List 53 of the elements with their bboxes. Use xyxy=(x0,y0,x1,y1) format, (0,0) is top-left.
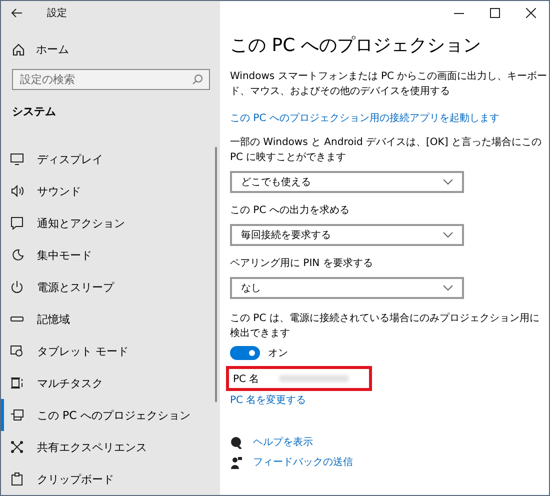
help-link[interactable]: ヘルプを表示 xyxy=(253,435,313,449)
scrollbar[interactable] xyxy=(215,147,217,402)
nav-icon xyxy=(10,440,24,454)
blurred-pc-name xyxy=(279,375,350,382)
dropdown[interactable]: 毎回接続を要求する xyxy=(230,224,464,246)
sidebar-item[interactable]: 記憶域 xyxy=(1,303,220,335)
nav-icon xyxy=(10,344,24,358)
dropdown[interactable]: なし xyxy=(230,277,464,299)
setting-label: ペアリング用に PIN を要求する xyxy=(230,256,374,271)
sidebar-item[interactable]: 集中モード xyxy=(1,239,220,271)
sidebar-item[interactable]: クリップボード xyxy=(1,463,220,495)
feedback-link[interactable]: フィードバックの送信 xyxy=(253,455,353,469)
sidebar-item[interactable]: サウンド xyxy=(1,175,220,207)
home-icon xyxy=(12,42,25,56)
chevron-down-icon xyxy=(443,179,453,185)
nav-icon xyxy=(10,216,24,230)
feedback-person-icon xyxy=(230,456,243,468)
sidebar-item[interactable]: 通知とアクション xyxy=(1,207,220,239)
home-nav-item[interactable]: ホーム xyxy=(12,40,69,58)
chevron-down-icon xyxy=(443,285,453,291)
section-heading: システム xyxy=(12,104,57,119)
sidebar-item[interactable]: 電源とスリープ xyxy=(1,271,220,303)
dropdown[interactable]: どこでも使える xyxy=(230,171,464,193)
nav-icon xyxy=(10,152,24,166)
setting-label: この PC は、電源に接続されている場合にのみプロジェクション用に検出できます xyxy=(230,312,540,341)
nav-icon xyxy=(10,280,24,294)
window-title: 設定 xyxy=(47,6,67,20)
help-chat-icon xyxy=(230,436,243,448)
nav-icon xyxy=(10,248,24,262)
nav-icon xyxy=(10,376,24,390)
description-text: Windows スマートフォンまたは PC からこの画面に出力し、キーボード、マウス、およびその他のデバイスを使用する xyxy=(230,70,548,99)
back-arrow-icon xyxy=(11,8,23,18)
sidebar-item[interactable]: マルチタスク xyxy=(1,367,220,399)
chevron-down-icon xyxy=(443,232,453,238)
search-field[interactable]: 設定の検索 xyxy=(12,69,210,90)
close-icon xyxy=(526,8,536,18)
sidebar-item[interactable]: 共有エクスペリエンス xyxy=(1,431,220,463)
setting-label: この PC への出力を求める xyxy=(230,204,350,218)
rename-pc-link[interactable]: PC 名を変更する xyxy=(230,393,306,407)
connect-app-link[interactable]: この PC へのプロジェクション用の接続アプリを起動します xyxy=(230,111,500,125)
pc-name-label: PC 名 xyxy=(233,372,260,386)
nav-icon xyxy=(10,472,24,486)
maximize-icon xyxy=(490,8,500,18)
sidebar-item[interactable]: ディスプレイ xyxy=(1,143,220,175)
toggle-switch[interactable] xyxy=(230,346,260,360)
page-heading: この PC へのプロジェクション xyxy=(230,34,482,57)
toggle-state-label: オン xyxy=(268,347,288,360)
search-icon xyxy=(192,74,203,85)
setting-label: 一部の Windows と Android デバイスは、[OK] と言った場合にこの PC に映すことができます xyxy=(230,136,542,165)
sidebar-item[interactable]: タブレット モード xyxy=(1,335,220,367)
nav-icon xyxy=(10,408,24,422)
sidebar-item[interactable]: この PC へのプロジェクション xyxy=(1,399,220,431)
nav-icon xyxy=(10,184,24,198)
